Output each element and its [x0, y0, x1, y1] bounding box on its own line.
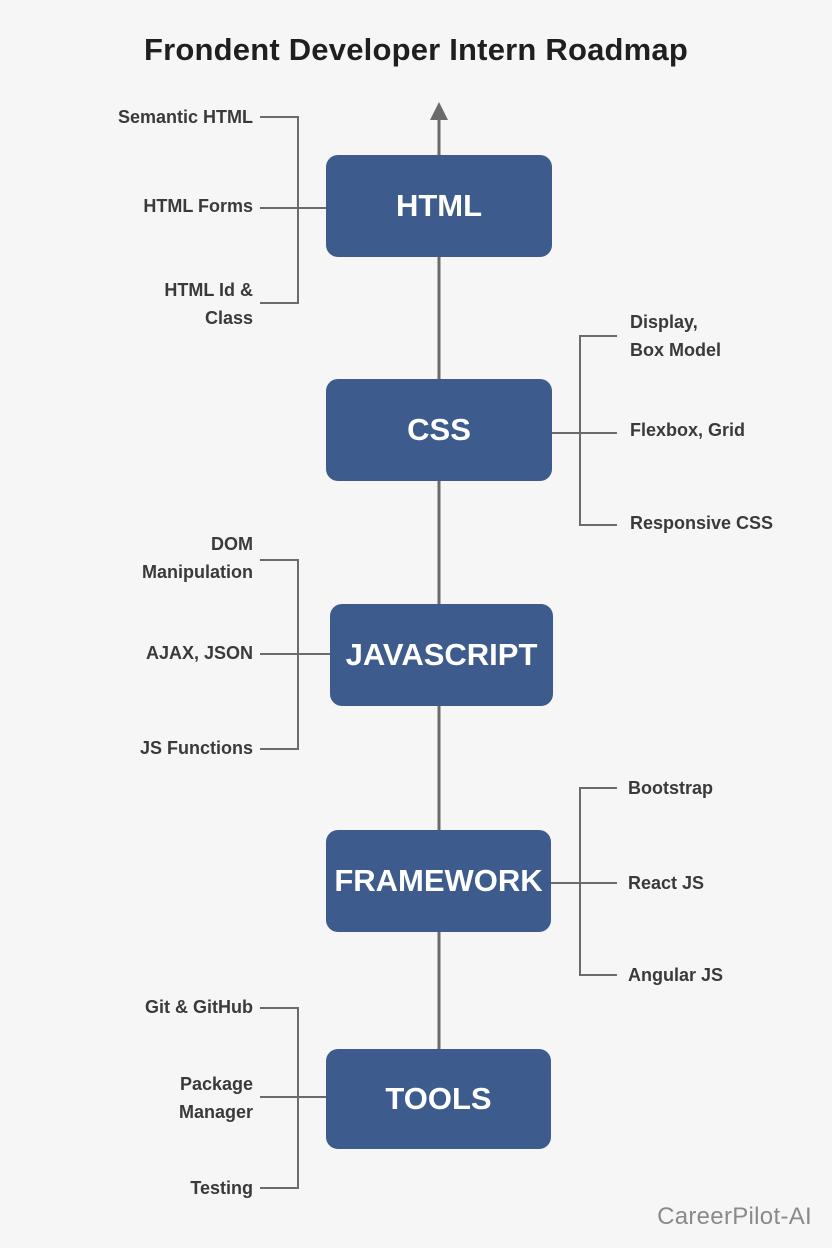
bracket-javascript [260, 559, 330, 750]
stage-node-tools[interactable]: TOOLS [326, 1049, 551, 1149]
topic-git-github: Git & GitHub [145, 997, 253, 1017]
topic-js-functions: JS Functions [139, 738, 253, 758]
bracket-css [551, 335, 617, 526]
stage-node-html[interactable]: HTML [326, 155, 552, 257]
topic-flexbox-grid: Flexbox, Grid [630, 420, 746, 440]
bracket-framework [551, 787, 617, 976]
topic-html-forms: HTML Forms [143, 196, 253, 216]
topic-testing: Testing [190, 1178, 253, 1198]
topic-dom-manipulation: DOM Manipulation [142, 534, 253, 582]
stage-node-css[interactable]: CSS [326, 379, 552, 481]
topic-angular-js: Angular JS [628, 965, 724, 985]
topic-react-js: React JS [628, 873, 705, 893]
bracket-tools [260, 1007, 326, 1189]
watermark-text: CareerPilot-AI [657, 1203, 812, 1230]
bracket-html [260, 116, 326, 304]
topic-display-box-model: Display, Box Model [630, 312, 722, 360]
topic-ajax-json: AJAX, JSON [145, 643, 253, 663]
topic-package-manager: Package Manager [178, 1074, 253, 1122]
spine-arrow-head [430, 102, 448, 120]
stage-node-javascript[interactable]: JAVASCRIPT [330, 604, 553, 706]
topic-bootstrap: Bootstrap [628, 778, 713, 798]
topic-semantic-html: Semantic HTML [117, 107, 253, 127]
topic-responsive-css: Responsive CSS [630, 513, 774, 533]
topic-html-id-class: HTML Id & Class [164, 280, 253, 328]
stage-node-framework[interactable]: FRAMEWORK [326, 830, 551, 932]
